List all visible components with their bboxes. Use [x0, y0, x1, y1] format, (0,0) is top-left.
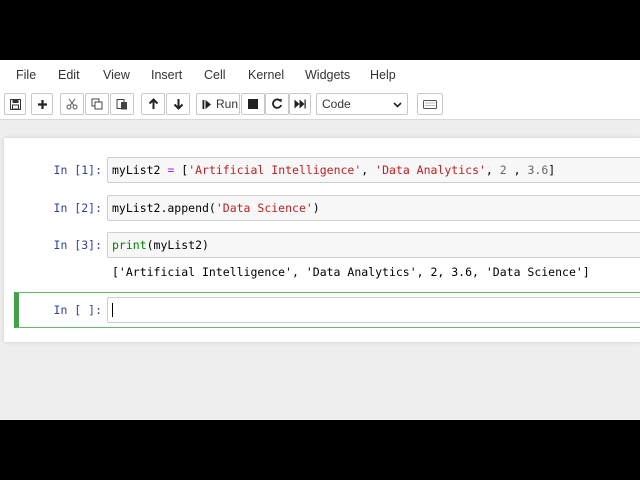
cut-button[interactable]: [60, 93, 84, 115]
cell-type-value: Code: [322, 97, 351, 111]
menu-help[interactable]: Help: [370, 68, 396, 82]
save-icon: [9, 98, 21, 110]
text-cursor: [112, 302, 113, 317]
cell-type-select[interactable]: Code: [316, 93, 408, 115]
cell-prompt: In [ ]:: [53, 303, 102, 317]
run-label: Run: [216, 97, 239, 111]
insert-cell-button[interactable]: [31, 93, 53, 115]
step-forward-icon: [202, 99, 211, 109]
menu-insert[interactable]: Insert: [151, 68, 182, 82]
code-token: 2: [499, 163, 507, 177]
code-input[interactable]: myList2 = ['Artificial Intelligence', 'D…: [107, 157, 640, 183]
code-token: ,: [506, 163, 528, 177]
menu-kernel[interactable]: Kernel: [248, 68, 284, 82]
cut-icon: [66, 98, 78, 110]
code-token: ,: [361, 163, 376, 177]
code-token: ): [312, 201, 320, 215]
run-button[interactable]: Run: [196, 93, 240, 115]
code-token: print: [112, 238, 147, 252]
paste-icon: [116, 99, 127, 110]
keyboard-icon: [423, 99, 437, 109]
arrow-up-icon: [148, 98, 158, 109]
cell-prompt: In [2]:: [53, 201, 102, 215]
menu-cell[interactable]: Cell: [204, 68, 226, 82]
stop-icon: [248, 99, 258, 109]
cell-prompt: In [3]:: [53, 238, 102, 252]
menu-file[interactable]: File: [16, 68, 36, 82]
toolbar: Run Code: [0, 93, 640, 115]
cell-prompt: In [1]:: [53, 163, 102, 177]
code-token: (myList2): [146, 238, 209, 252]
notebook-container: In [1]: myList2 = ['Artificial Intellige…: [4, 138, 640, 342]
code-token: 'Data Science': [215, 201, 313, 215]
code-token: ,: [485, 163, 500, 177]
chevron-down-icon: [393, 102, 402, 108]
code-token: =: [160, 163, 182, 177]
code-token: ]: [548, 163, 556, 177]
plus-icon: [37, 99, 47, 109]
save-button[interactable]: [4, 93, 26, 115]
code-token: 'Data Analytics': [375, 163, 486, 177]
command-palette-button[interactable]: [417, 93, 443, 115]
restart-run-all-button[interactable]: [289, 93, 311, 115]
code-token: 'Artificial Intelligence': [188, 163, 362, 177]
menu-view[interactable]: View: [103, 68, 130, 82]
code-token: 3.6: [527, 163, 549, 177]
copy-button[interactable]: [85, 93, 109, 115]
paste-button[interactable]: [110, 93, 134, 115]
arrow-down-icon: [173, 99, 183, 110]
restart-icon: [272, 98, 283, 109]
jupyter-screen: File Edit View Insert Cell Kernel Widget…: [0, 60, 640, 420]
code-input[interactable]: print(myList2): [107, 232, 640, 258]
interrupt-button[interactable]: [241, 93, 265, 115]
move-up-button[interactable]: [141, 93, 165, 115]
move-down-button[interactable]: [166, 93, 190, 115]
code-token: myList2: [112, 163, 161, 177]
notebook-header: File Edit View Insert Cell Kernel Widget…: [0, 60, 640, 120]
copy-icon: [91, 98, 103, 110]
code-input[interactable]: myList2.append('Data Science'): [107, 195, 640, 221]
restart-button[interactable]: [265, 93, 289, 115]
code-token: myList2.append(: [112, 201, 216, 215]
cell-output: ['Artificial Intelligence', 'Data Analyt…: [112, 265, 590, 279]
menu-widgets[interactable]: Widgets: [305, 68, 350, 82]
code-input-active[interactable]: [107, 297, 640, 323]
menu-edit[interactable]: Edit: [58, 68, 80, 82]
fast-forward-icon: [294, 99, 306, 109]
